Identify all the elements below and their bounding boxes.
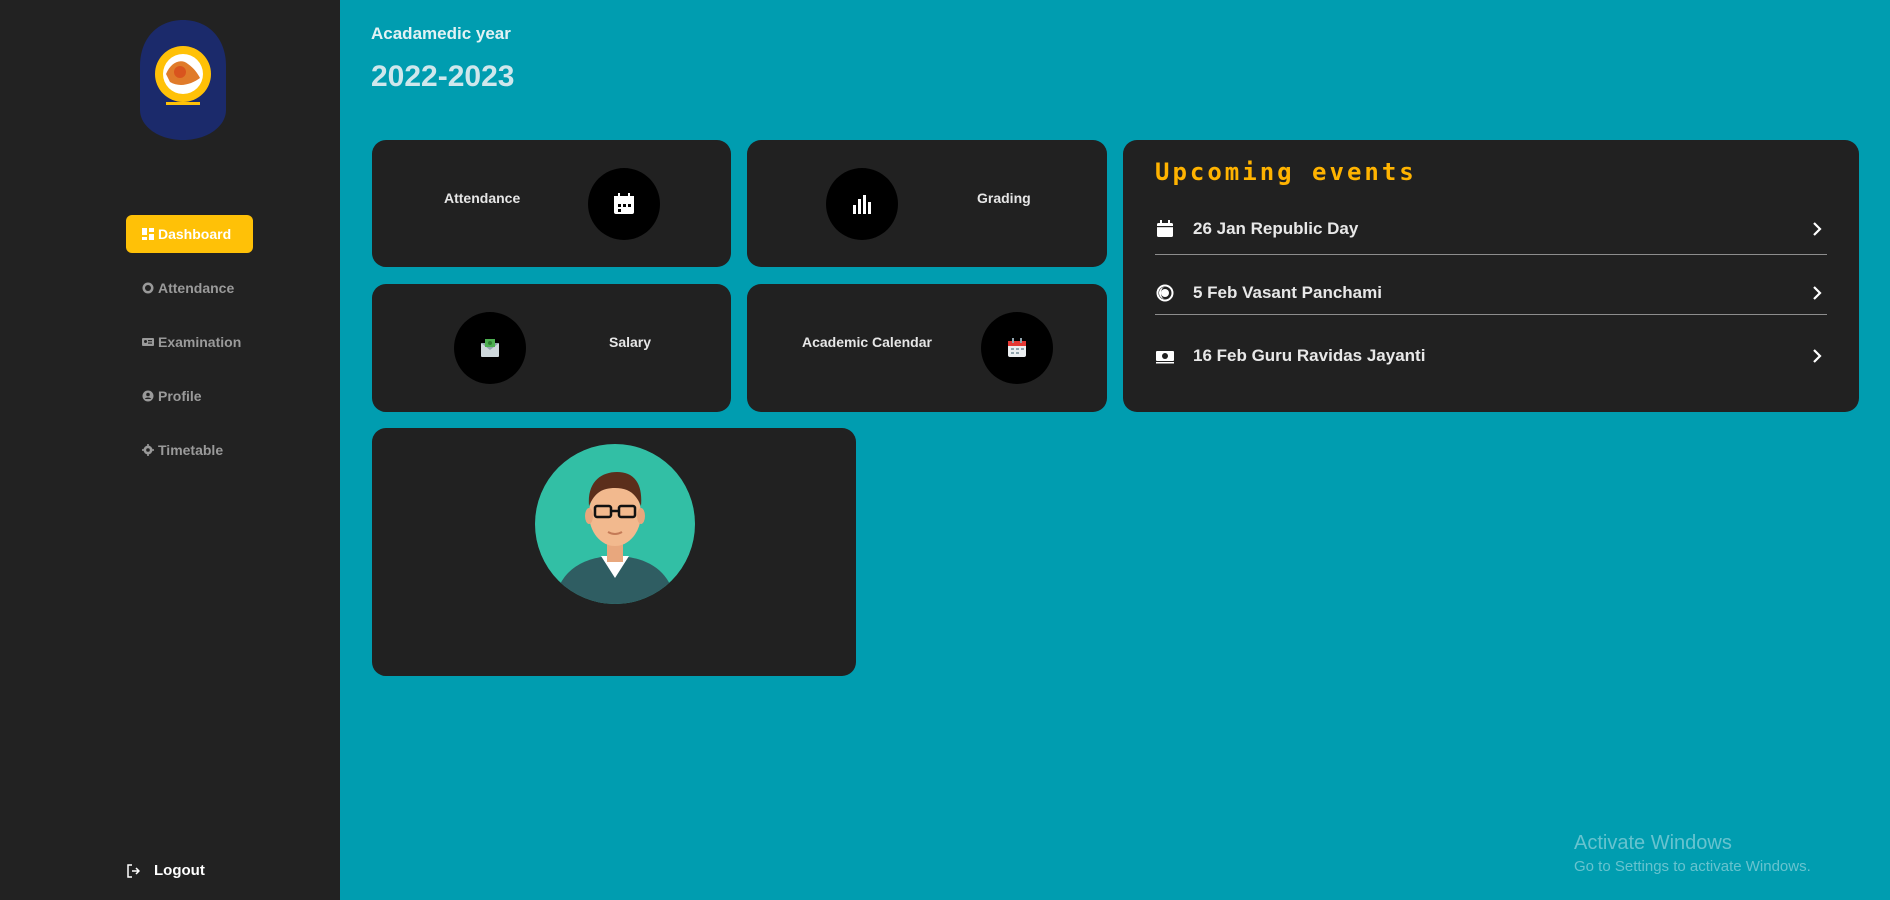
money-icon	[1155, 346, 1175, 366]
school-logo	[136, 18, 230, 142]
half-moon-icon	[1155, 283, 1175, 303]
chevron-right-icon	[1813, 286, 1822, 300]
upcoming-events-card: Upcoming events 26 Jan Republic Day 5 Fe…	[1123, 140, 1859, 412]
grading-tile[interactable]: Grading	[747, 140, 1107, 267]
sidebar-item-profile[interactable]: Profile	[126, 377, 218, 415]
academic-year-label: Acadamedic year	[371, 24, 511, 43]
academic-calendar-tile[interactable]: Academic Calendar	[747, 284, 1107, 412]
sidebar-item-label: Dashboard	[158, 226, 232, 242]
salary-tile-icon-circle	[454, 312, 526, 384]
sidebar-item-timetable[interactable]: Timetable	[126, 431, 239, 469]
money-envelope-icon	[481, 339, 499, 357]
salary-tile[interactable]: Salary	[372, 284, 731, 412]
calendar-icon	[1008, 338, 1026, 357]
logout-icon	[127, 863, 140, 878]
event-text: 16 Feb Guru Ravidas Jayanti	[1193, 346, 1426, 365]
sidebar-item-label: Examination	[158, 334, 242, 350]
activate-windows-subtitle: Go to Settings to activate Windows.	[1574, 858, 1811, 875]
event-divider	[1155, 314, 1827, 315]
sidebar-item-dashboard[interactable]: Dashboard	[126, 215, 253, 253]
profile-card	[372, 428, 856, 676]
sidebar-item-examination[interactable]: Examination	[126, 323, 257, 361]
chevron-right-icon	[1813, 349, 1822, 363]
sidebar-item-label: Timetable	[158, 442, 224, 458]
event-text: 5 Feb Vasant Panchami	[1193, 283, 1382, 302]
sidebar-item-label: Profile	[158, 388, 202, 404]
attendance-tile-label: Attendance	[444, 190, 521, 206]
bar-chart-icon	[853, 195, 871, 214]
event-item[interactable]: 26 Jan Republic Day	[1155, 199, 1827, 259]
salary-tile-label: Salary	[609, 334, 652, 350]
event-text: 26 Jan Republic Day	[1193, 219, 1359, 238]
sidebar-item-label: Attendance	[158, 280, 235, 296]
attendance-tile[interactable]: Attendance	[372, 140, 731, 267]
activate-windows-title: Activate Windows	[1574, 832, 1732, 854]
chevron-right-icon	[1813, 222, 1822, 236]
id-card-icon	[142, 338, 154, 346]
profile-icon	[142, 390, 154, 402]
logout-label: Logout	[154, 862, 205, 879]
academic-year-value: 2022-2023	[371, 60, 515, 93]
upcoming-events-title: Upcoming events	[1155, 158, 1417, 186]
grading-tile-icon-circle	[826, 168, 898, 240]
event-item[interactable]: 16 Feb Guru Ravidas Jayanti	[1155, 326, 1827, 386]
academic-calendar-tile-label: Academic Calendar	[802, 334, 932, 350]
academic-calendar-tile-icon-circle	[981, 312, 1053, 384]
event-divider	[1155, 254, 1827, 255]
calendar-icon	[614, 193, 634, 214]
sidebar: Dashboard Attendance Examination Profile…	[0, 0, 340, 900]
sidebar-item-attendance[interactable]: Attendance	[126, 269, 250, 307]
attendance-tile-icon-circle	[588, 168, 660, 240]
grading-tile-label: Grading	[977, 190, 1031, 206]
logout-button[interactable]: Logout	[126, 862, 205, 879]
dashboard-icon	[142, 228, 154, 240]
avatar	[535, 444, 695, 604]
gear-icon	[142, 444, 154, 456]
attendance-icon	[142, 282, 154, 294]
calendar-icon	[1155, 219, 1175, 239]
